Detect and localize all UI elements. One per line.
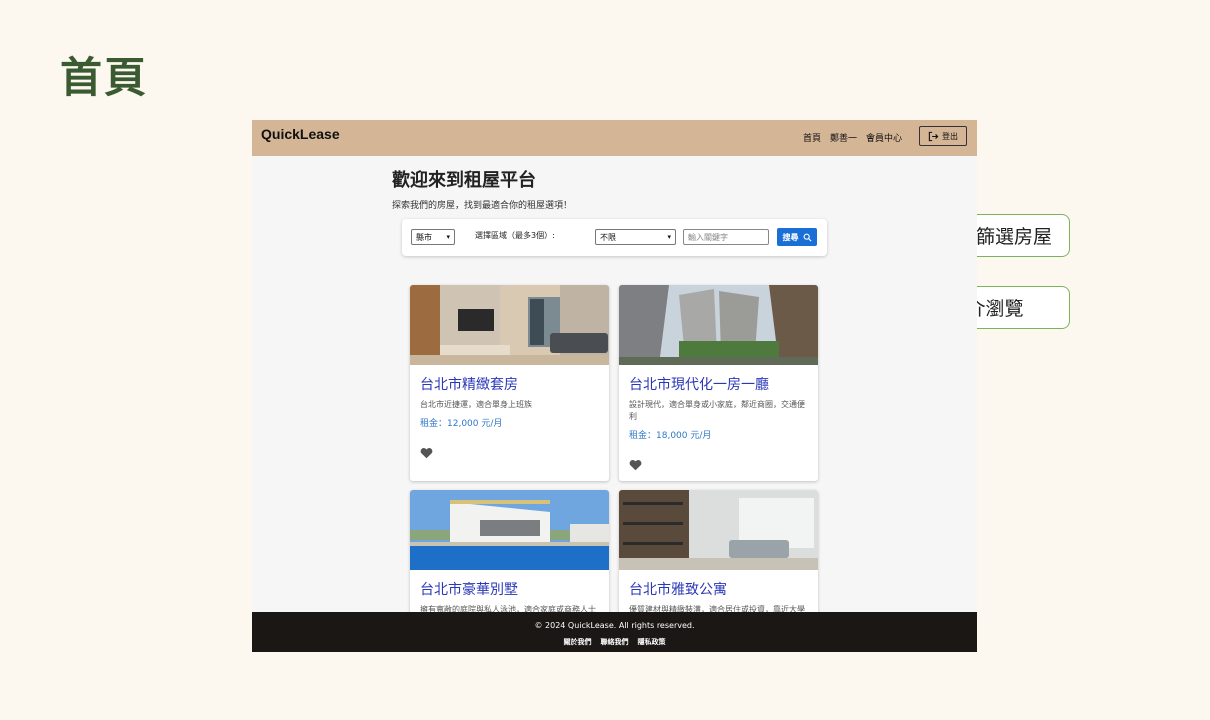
nav-links: 首頁 鄭善一 會員中心 [803,131,902,144]
listing-title[interactable]: 台北市現代化一房一廳 [629,374,769,394]
listing-photo [619,285,818,365]
app-screenshot: QuickLease 首頁 鄭善一 會員中心 登出 歡迎來到租屋平台 探索我們的… [252,120,977,652]
listing-price: 租金：12,000 元/月 [420,419,503,429]
listing-photo [410,490,609,570]
heart-icon[interactable] [629,459,642,471]
filter-bar: 縣市 ▾ 選擇區域（最多3個）: 不限 ▾ 輸入關鍵字 搜尋 [402,219,827,256]
listing-photo [619,490,818,570]
footer: © 2024 QuickLease. All rights reserved. … [252,612,977,652]
search-icon [803,233,812,242]
nav-link-username[interactable]: 鄭善一 [830,131,857,144]
footer-link-privacy[interactable]: 隱私政策 [638,637,666,647]
copyright: © 2024 QuickLease. All rights reserved. [534,621,695,630]
brand-logo[interactable]: QuickLease [261,126,340,142]
city-select-value: 縣市 [416,232,432,242]
heart-icon[interactable] [420,447,433,459]
listing-price: 租金：18,000 元/月 [629,431,712,441]
listing-description: 台北市近捷運，適合單身上班族 [420,400,532,409]
keyword-input[interactable]: 輸入關鍵字 [683,229,769,245]
search-button[interactable]: 搜尋 [777,228,817,246]
district-select[interactable]: 不限 ▾ [595,229,676,245]
listing-title[interactable]: 台北市豪華別墅 [420,579,518,599]
listing-card[interactable]: 台北市豪華別墅 擁有寬敞的庭院與私人泳池，適合家庭或商務人士 [410,490,609,630]
page-heading: 歡迎來到租屋平台 [392,170,536,191]
page-subtitle: 探索我們的房屋，找到最適合你的租屋選項！ [392,201,573,211]
chevron-down-icon: ▾ [667,233,671,241]
listing-description: 設計現代，適合單身或小家庭，鄰近商圈，交通便利 [629,400,805,421]
chevron-down-icon: ▾ [446,233,450,241]
listing-photo [410,285,609,365]
footer-link-about[interactable]: 關於我們 [564,637,592,647]
footer-link-contact[interactable]: 聯絡我們 [601,637,629,647]
logout-button[interactable]: 登出 [919,126,967,146]
listing-card[interactable]: 台北市雅致公寓 優質建材與精緻裝潢，適合居住或投資，靠近大學 [619,490,818,630]
nav-link-home[interactable]: 首頁 [803,131,821,144]
listing-title[interactable]: 台北市雅致公寓 [629,579,727,599]
region-label: 選擇區域（最多3個）: [475,231,555,240]
district-select-value: 不限 [600,232,616,242]
listing-card[interactable]: 台北市精緻套房 台北市近捷運，適合單身上班族 租金：12,000 元/月 [410,285,609,481]
logout-label: 登出 [942,131,958,141]
top-navbar: QuickLease 首頁 鄭善一 會員中心 登出 [252,120,977,156]
listing-title[interactable]: 台北市精緻套房 [420,374,518,394]
logout-icon [928,131,939,141]
city-select[interactable]: 縣市 ▾ [411,229,455,245]
listing-card[interactable]: 台北市現代化一房一廳 設計現代，適合單身或小家庭，鄰近商圈，交通便利 租金：18… [619,285,818,481]
slide-title: 首頁 [60,53,149,102]
search-label: 搜尋 [782,232,799,242]
footer-links: 關於我們 聯絡我們 隱私政策 [252,637,977,647]
nav-link-member-center[interactable]: 會員中心 [866,131,902,144]
